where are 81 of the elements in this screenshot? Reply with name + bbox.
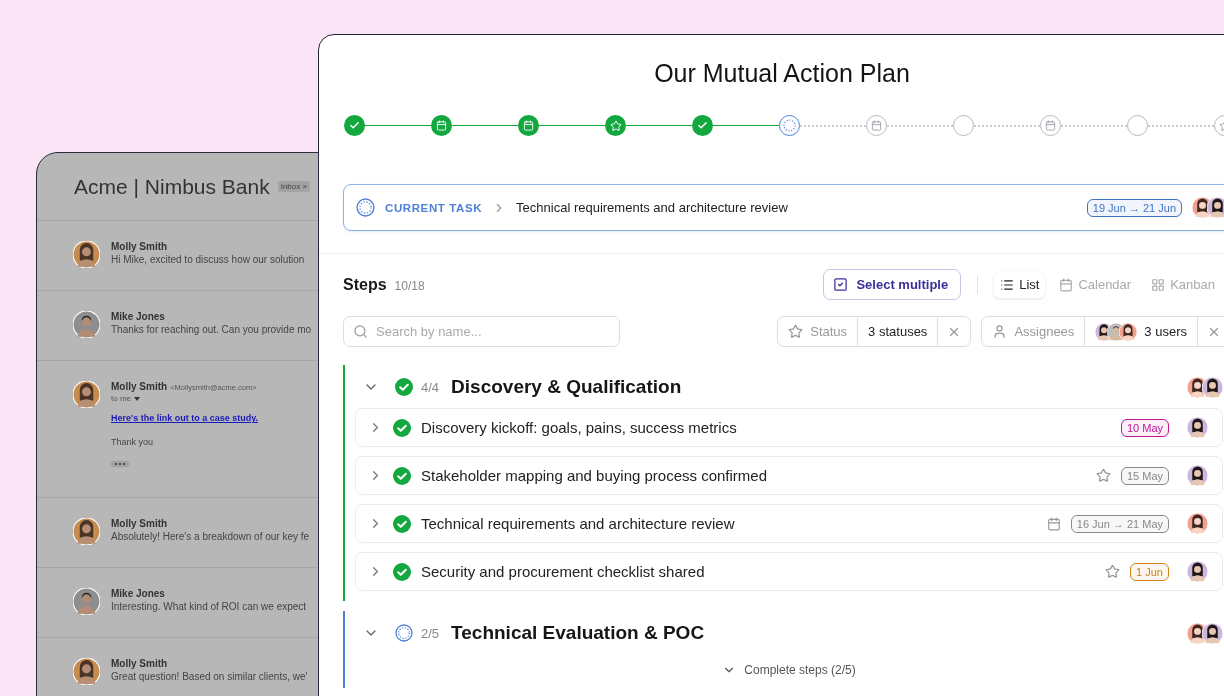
dotted-circle-icon: [356, 198, 375, 217]
milestone-icon[interactable]: [779, 115, 800, 136]
sender-name: Mike Jones: [111, 311, 166, 322]
section-progress: 4/4: [421, 379, 440, 395]
milestone-icon[interactable]: [431, 115, 452, 136]
calendar-icon[interactable]: [1046, 516, 1061, 531]
message-snippet: Thanks for reaching out. Can you provide mo: [111, 324, 312, 335]
star-icon[interactable]: [1095, 468, 1111, 483]
step-row[interactable]: Stakeholder mapping and buying process confirmed 15 May: [355, 456, 1223, 495]
check-icon: [349, 120, 360, 131]
sender-name: Mike Jones: [111, 588, 166, 599]
step-row[interactable]: Technical requirements and architecture review 16 Jun → 21 May: [355, 504, 1223, 543]
steps-count: 10/18: [394, 279, 426, 293]
calendar-icon: [436, 120, 447, 131]
message-text: Thank you: [111, 437, 155, 447]
date-badge: 19 Jun → 21 Jun: [1086, 198, 1182, 217]
complete-steps-toggle[interactable]: Complete steps (2/5): [716, 662, 862, 678]
star-icon: [609, 119, 622, 132]
recipient-label[interactable]: to me: [111, 394, 258, 403]
milestone-icon[interactable]: [605, 115, 626, 136]
message-snippet: Interesting. What kind of ROI can we expect: [111, 601, 307, 612]
select-multiple-button[interactable]: Select multiple: [823, 269, 962, 300]
sender-name: Molly Smith: [111, 658, 169, 669]
dotted-circle-icon: [395, 624, 413, 642]
email-subject: Acme | Nimbus Bank: [74, 174, 270, 199]
case-study-link[interactable]: Here's the link out to a case study.: [111, 413, 258, 423]
filter-label: Assignees: [1014, 324, 1075, 339]
message-snippet: Absolutely! Here's a breakdown of our key fe: [111, 531, 310, 542]
star-icon: [788, 324, 804, 339]
current-task-card[interactable]: CURRENT TASK Technical requirements and architecture review 19 Jun → 21 Jun: [343, 184, 1224, 231]
sender-name: Molly Smith: [111, 241, 169, 252]
section-progress: 2/5: [421, 625, 440, 641]
sender-name: Molly Smith: [111, 518, 169, 529]
inbox-label[interactable]: Inbox ×: [277, 181, 311, 192]
steps-title: Steps: [343, 275, 387, 294]
step-title: Technical requirements and architecture review: [421, 515, 736, 532]
section-title: Discovery & Qualification: [451, 376, 683, 398]
filter-value[interactable]: 3 statuses: [868, 324, 928, 339]
checkbox-icon: [833, 277, 849, 292]
filter-control[interactable]: Assignees 3 users: [981, 316, 1224, 347]
milestone-icon[interactable]: [866, 115, 887, 136]
calendar-icon: [871, 120, 882, 131]
search-field[interactable]: Search by name...: [343, 316, 620, 347]
caret-icon: [134, 396, 140, 401]
list-icon: [1000, 277, 1015, 292]
step-title: Security and procurement checklist shared: [421, 563, 706, 580]
calendar-icon: [1059, 277, 1074, 292]
date-badge: 15 May: [1120, 466, 1169, 485]
milestone-icon[interactable]: [518, 115, 539, 136]
message-snippet: Great question! Based on similar clients, we': [111, 671, 308, 682]
filter-label: Status: [810, 324, 848, 339]
dotted-ring-icon: [783, 119, 796, 132]
milestone-icon[interactable]: [692, 115, 713, 136]
current-task-title: Technical requirements and architecture review: [516, 200, 789, 215]
check-icon: [697, 120, 708, 131]
filter-control[interactable]: Status 3 statuses: [777, 316, 972, 347]
milestone-icon[interactable]: [1127, 115, 1148, 136]
calendar-icon: [523, 120, 534, 131]
section-title: Technical Evaluation & POC: [451, 622, 706, 644]
check-circle-icon: [395, 378, 413, 396]
grid-icon: [1151, 277, 1166, 292]
plan-title: Our Mutual Action Plan: [653, 59, 911, 88]
milestone-icon[interactable]: [1040, 115, 1061, 136]
step-title: Stakeholder mapping and buying process confirmed: [421, 467, 769, 484]
step-title: Discovery kickoff: goals, pains, success metrics: [421, 419, 738, 436]
star-icon[interactable]: [1105, 564, 1121, 579]
date-badge: 16 Jun → 21 May: [1070, 514, 1169, 533]
milestone-icon[interactable]: [953, 115, 974, 136]
view-tab[interactable]: List: [994, 271, 1046, 298]
message-snippet: Hi Mike, excited to discuss how our solution: [111, 254, 305, 265]
date-badge: 1 Jun: [1130, 562, 1169, 581]
person-icon: [992, 324, 1008, 339]
more-icon[interactable]: [111, 461, 129, 467]
current-task-label: CURRENT TASK: [385, 201, 483, 214]
step-row[interactable]: Discovery kickoff: goals, pains, success metrics 10 May: [355, 408, 1223, 447]
step-row[interactable]: Security and procurement checklist shared 1 Jun: [355, 552, 1223, 591]
search-icon: [353, 324, 368, 339]
filter-value[interactable]: 3 users: [1144, 324, 1187, 339]
milestone-icon[interactable]: [344, 115, 365, 136]
date-badge: 10 May: [1120, 418, 1169, 437]
calendar-icon: [1045, 120, 1056, 131]
